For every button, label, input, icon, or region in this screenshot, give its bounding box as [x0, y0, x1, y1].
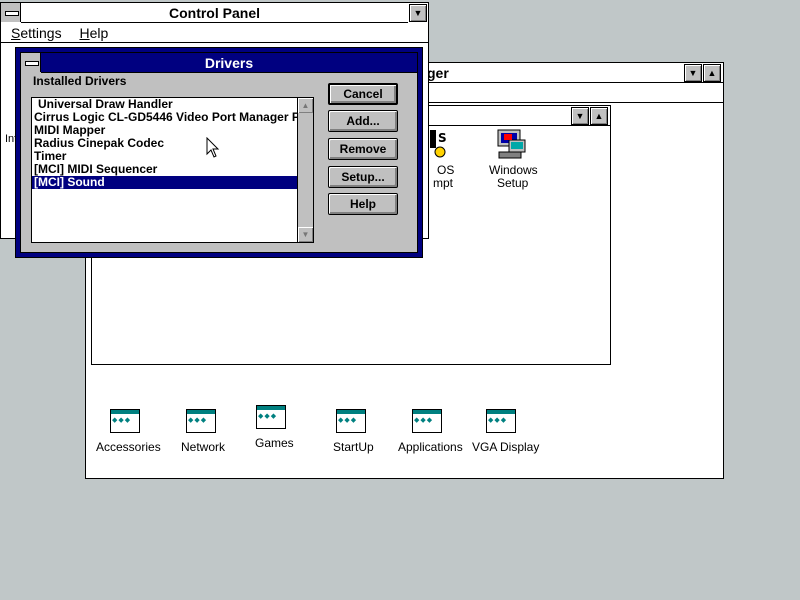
applications-label[interactable]: Applications — [398, 440, 463, 454]
cancel-button[interactable]: Cancel — [328, 83, 398, 105]
control-panel-title: Control Panel — [168, 5, 260, 21]
network-label[interactable]: Network — [181, 440, 225, 454]
installed-drivers-list[interactable]: Universal Draw Handler Cirrus Logic CL-GD… — [31, 97, 314, 243]
scroll-up-arrow-icon[interactable]: ▲ — [298, 98, 313, 113]
group-maximize-button[interactable]: ▲ — [590, 107, 608, 125]
driver-items: Universal Draw Handler Cirrus Logic CL-GD… — [32, 98, 313, 189]
menu-settings[interactable]: Settings — [11, 25, 62, 41]
svg-text:S: S — [438, 131, 447, 145]
driver-list-item[interactable]: [MCI] Sound — [32, 176, 313, 189]
windows-setup-icon[interactable] — [495, 128, 529, 162]
mouse-pointer-icon — [206, 137, 220, 158]
drivers-titlebar[interactable]: Drivers — [41, 53, 417, 73]
windows-setup-label-1: Windows — [489, 163, 538, 177]
driver-list-scrollbar[interactable]: ▲ ▼ — [297, 98, 313, 242]
games-group-icon[interactable] — [254, 405, 288, 433]
startup-group-icon[interactable] — [334, 409, 368, 437]
vga-display-group-icon[interactable] — [484, 409, 518, 437]
control-panel-titlebar[interactable]: Control Panel — [21, 3, 408, 23]
network-group-icon[interactable] — [184, 409, 218, 437]
control-panel-system-menu[interactable] — [1, 3, 21, 22]
menu-help[interactable]: Help — [79, 25, 108, 41]
control-panel-menubar: Settings Help — [1, 23, 428, 43]
program-manager-title: ger — [427, 65, 449, 81]
group-minimize-button[interactable]: ▼ — [571, 107, 589, 125]
maximize-button[interactable]: ▲ — [703, 64, 721, 82]
vga-display-label[interactable]: VGA Display — [472, 440, 539, 454]
games-label[interactable]: Games — [255, 436, 294, 450]
startup-label[interactable]: StartUp — [333, 440, 374, 454]
accessories-group-icon[interactable] — [108, 409, 142, 437]
scroll-down-arrow-icon[interactable]: ▼ — [298, 227, 313, 242]
minimize-button[interactable]: ▼ — [684, 64, 702, 82]
drivers-system-menu[interactable] — [21, 53, 41, 72]
ms-dos-prompt-label-2: mpt — [433, 176, 454, 190]
driver-list-item[interactable]: Radius Cinepak Codec — [32, 137, 313, 150]
ms-dos-prompt-label-1: OS — [437, 163, 455, 177]
ms-dos-prompt-icon[interactable]: S — [430, 128, 452, 158]
control-panel-minimize-button[interactable]: ▼ — [409, 4, 427, 22]
installed-drivers-label: Installed Drivers — [33, 74, 127, 88]
applications-group-icon[interactable] — [410, 409, 444, 437]
windows-setup-label-2: Setup — [497, 176, 529, 190]
setup-button[interactable]: Setup... — [328, 166, 398, 188]
accessories-label[interactable]: Accessories — [96, 440, 161, 454]
help-button[interactable]: Help — [328, 193, 398, 215]
remove-button[interactable]: Remove — [328, 138, 398, 160]
drivers-title: Drivers — [204, 55, 254, 71]
add-button[interactable]: Add... — [328, 110, 398, 132]
